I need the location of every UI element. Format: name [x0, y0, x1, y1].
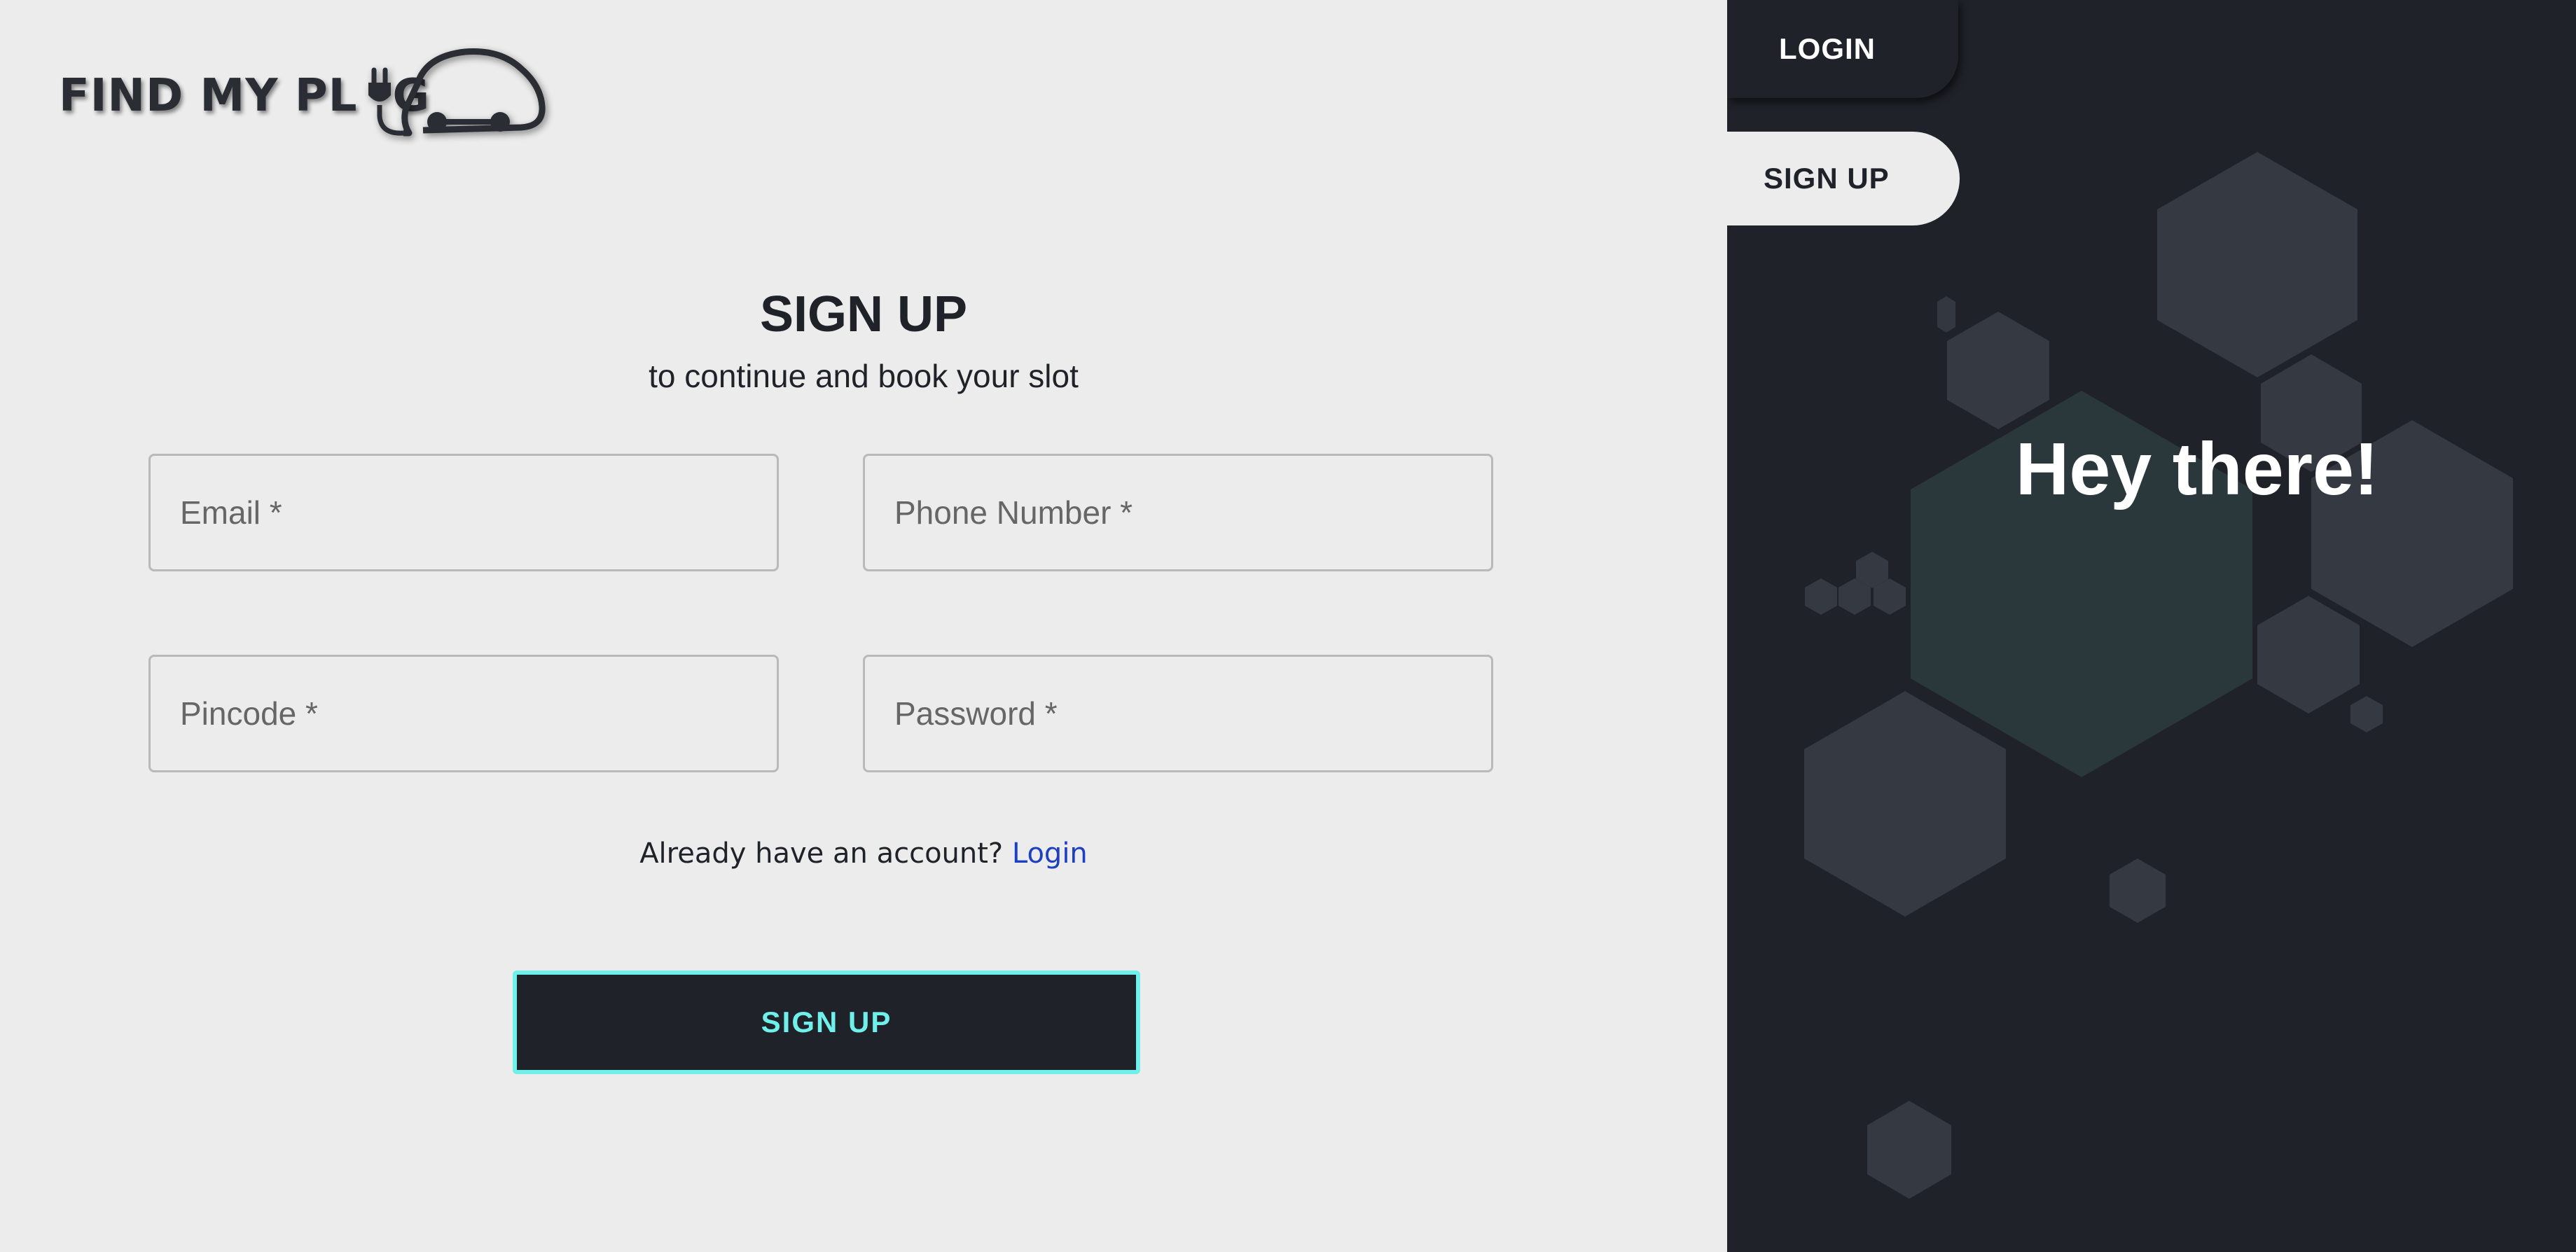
login-prompt: Already have an account? Login — [0, 837, 1727, 870]
page-title: SIGN UP — [759, 286, 968, 342]
side-panel: LOGIN SIGN UP Hey there! — [1727, 0, 2576, 1252]
signup-submit-button[interactable]: SIGN UP — [513, 971, 1140, 1074]
login-link[interactable]: Login — [1012, 837, 1088, 870]
page-subtitle: to continue and book your slot — [649, 358, 1079, 394]
email-input[interactable] — [179, 456, 777, 569]
tab-login[interactable]: LOGIN — [1727, 0, 1958, 98]
password-input[interactable] — [893, 657, 1491, 770]
phone-field[interactable] — [863, 454, 1493, 571]
page: FIND MY PL G SIGN UP to continue and book… — [0, 0, 2576, 1252]
car-plug-icon — [368, 48, 546, 137]
phone-input[interactable] — [893, 456, 1491, 569]
tab-signup[interactable]: SIGN UP — [1727, 132, 1960, 225]
brand-logo[interactable]: FIND MY PL G — [59, 43, 546, 148]
pincode-field[interactable] — [148, 655, 779, 772]
login-prompt-text: Already have an account? — [639, 837, 1004, 870]
pincode-input[interactable] — [179, 657, 777, 770]
email-field[interactable] — [148, 454, 779, 571]
password-field[interactable] — [863, 655, 1493, 772]
signup-panel: FIND MY PL G SIGN UP to continue and book… — [0, 0, 1727, 1252]
greeting-heading: Hey there! — [2015, 428, 2379, 510]
